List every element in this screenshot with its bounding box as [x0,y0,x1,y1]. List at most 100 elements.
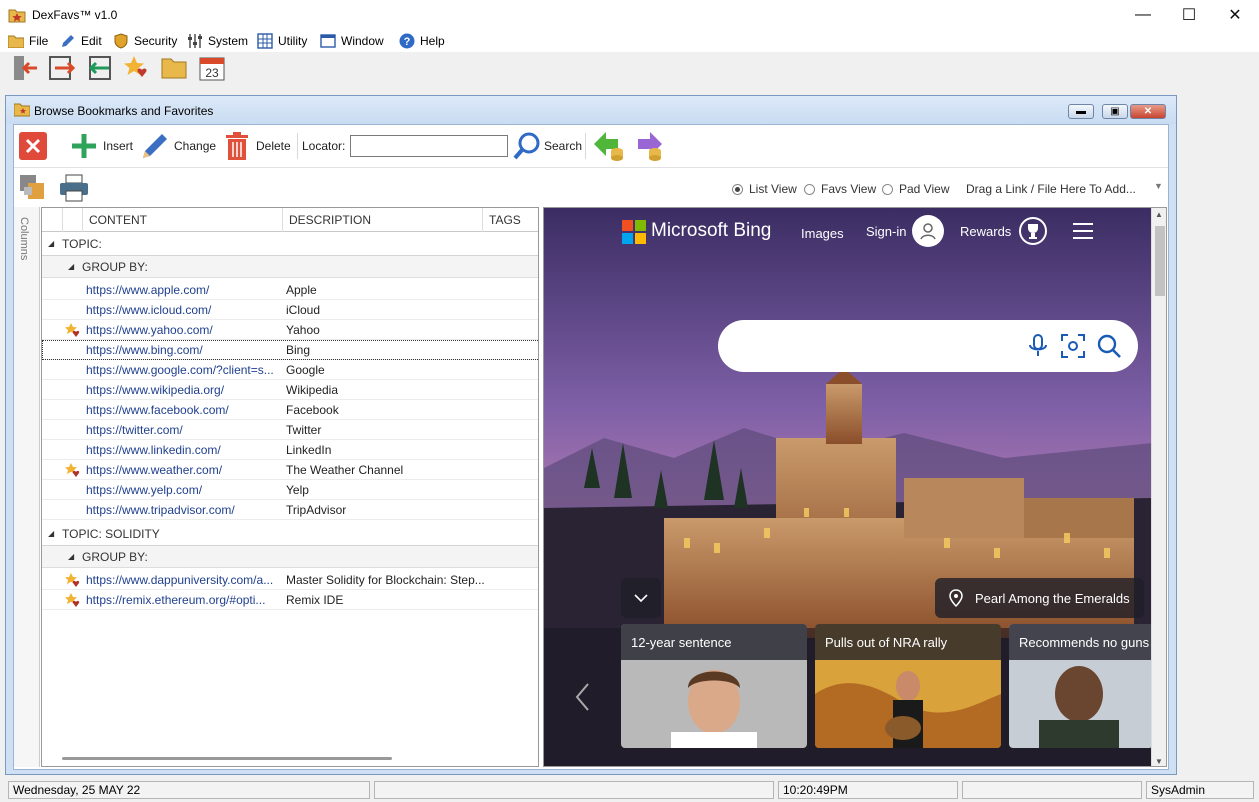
child-maximize-button[interactable]: ▣ [1102,104,1128,119]
scroll-down-button[interactable] [621,578,661,618]
user-avatar-icon[interactable] [912,215,944,247]
logout-door-icon[interactable] [10,54,38,82]
back-button[interactable] [592,131,626,161]
export-icon[interactable] [47,54,75,82]
web-browser-pane[interactable]: Microsoft Bing Images Sign-in Rewards Pe… [543,207,1167,767]
rewards-trophy-icon[interactable] [1018,216,1048,246]
bookmark-url[interactable]: https://www.dappuniversity.com/a... [86,573,282,587]
bookmark-url[interactable]: https://www.linkedin.com/ [86,443,282,457]
child-title-bar[interactable]: Browse Bookmarks and Favorites ▬ ▣ ✕ [6,96,1176,124]
group-row[interactable]: ◢ GROUP BY: [42,256,538,278]
topic-row[interactable]: ◢ TOPIC: SOLIDITY [42,522,538,546]
table-row[interactable]: https://www.dappuniversity.com/a... Maste… [42,570,538,590]
locator-input[interactable] [350,135,508,157]
bookmark-url[interactable]: https://www.yahoo.com/ [86,323,282,337]
delete-button[interactable]: Delete [224,131,291,161]
news-card[interactable]: 12-year sentence [621,624,807,748]
bookmark-url[interactable]: https://www.apple.com/ [86,283,282,297]
menu-help[interactable]: ? Help [399,30,445,52]
layers-icon[interactable] [18,173,50,205]
child-minimize-button[interactable]: ▬ [1068,104,1094,119]
menu-file[interactable]: File [8,30,48,52]
bing-images-link[interactable]: Images [801,226,844,241]
favs-view-radio[interactable]: Favs View [804,182,876,196]
table-row[interactable]: https://www.google.com/?client=s... Googl… [42,360,538,380]
bookmark-url[interactable]: https://www.weather.com/ [86,463,282,477]
scroll-up-icon[interactable]: ▲ [1155,210,1163,219]
location-pill[interactable]: Pearl Among the Emeralds [935,578,1144,618]
horizontal-scrollbar[interactable] [62,757,392,760]
minimize-button[interactable]: — [1120,0,1166,30]
child-close-button[interactable]: ✕ [1130,104,1166,119]
table-row[interactable]: https://www.bing.com/Bing [42,340,538,360]
browser-vertical-scrollbar[interactable]: ▲ ▼ [1151,208,1166,766]
column-header-tags[interactable]: TAGS [482,208,538,232]
close-button[interactable]: ✕ [1212,0,1258,30]
collapse-triangle-icon[interactable]: ◢ [68,262,74,271]
column-header-content[interactable]: CONTENT [82,208,282,232]
bookmark-url[interactable]: https://www.facebook.com/ [86,403,282,417]
pad-view-radio[interactable]: Pad View [882,182,949,196]
scroll-thumb[interactable] [1155,226,1165,296]
carousel-prev-icon[interactable] [574,682,590,712]
table-row[interactable]: https://www.linkedin.com/LinkedIn [42,440,538,460]
printer-icon[interactable] [58,173,90,203]
menu-system[interactable]: System [187,30,248,52]
bing-signin-link[interactable]: Sign-in [866,224,906,239]
table-row[interactable]: https://www.yelp.com/Yelp [42,480,538,500]
import-icon[interactable] [85,54,113,82]
scroll-down-icon[interactable]: ▼ [1155,757,1163,766]
bookmark-url[interactable]: https://www.wikipedia.org/ [86,383,282,397]
insert-button[interactable]: Insert [70,131,133,161]
bookmark-url[interactable]: https://www.bing.com/ [86,343,282,357]
search-button[interactable]: Search [512,131,582,161]
hamburger-menu-icon[interactable] [1072,222,1094,240]
bing-brand[interactable]: Microsoft Bing [651,220,771,242]
group-row[interactable]: ◢ GROUP BY: [42,546,538,568]
topic-row[interactable]: ◢ TOPIC: [42,232,538,256]
close-window-button[interactable] [18,131,48,161]
table-row[interactable]: https://www.yahoo.com/Yahoo [42,320,538,340]
menu-utility[interactable]: Utility [257,30,307,52]
bookmark-description: Twitter [286,422,322,437]
bing-search-box[interactable] [718,320,1138,372]
microphone-icon[interactable] [1028,334,1048,358]
table-row[interactable]: https://www.facebook.com/Facebook [42,400,538,420]
menu-security[interactable]: Security [113,30,177,52]
maximize-button[interactable]: ☐ [1166,0,1212,30]
columns-side-tab[interactable]: Columns [14,207,40,767]
table-row[interactable]: https://www.weather.com/The Weather Chan… [42,460,538,480]
dropdown-arrow-icon[interactable]: ▼ [1154,181,1163,191]
news-card[interactable]: Recommends no guns [1009,624,1153,748]
drag-drop-zone[interactable]: Drag a Link / File Here To Add... [966,182,1136,196]
news-card[interactable]: Pulls out of NRA rally [815,624,1001,748]
menu-edit[interactable]: Edit [60,30,102,52]
table-row[interactable]: https://www.tripadvisor.com/TripAdvisor [42,500,538,520]
open-folder-icon[interactable] [160,54,188,82]
bookmark-url[interactable]: https://twitter.com/ [86,423,282,437]
change-button[interactable]: Change [140,131,216,161]
table-row[interactable]: https://remix.ethereum.org/#opti... Remix… [42,590,538,610]
column-header-description[interactable]: DESCRIPTION [282,208,482,232]
favorites-star-icon[interactable] [122,54,150,82]
forward-button[interactable] [630,131,664,161]
bookmark-url[interactable]: https://www.icloud.com/ [86,303,282,317]
maximize-icon: ☐ [1181,7,1197,24]
table-row[interactable]: https://www.icloud.com/iCloud [42,300,538,320]
collapse-triangle-icon[interactable]: ◢ [48,529,54,538]
visual-search-icon[interactable] [1060,333,1086,359]
list-view-radio[interactable]: List View [732,182,797,196]
bookmark-url[interactable]: https://www.tripadvisor.com/ [86,503,282,517]
menu-window[interactable]: Window [320,30,384,52]
collapse-triangle-icon[interactable]: ◢ [48,239,54,248]
collapse-triangle-icon[interactable]: ◢ [68,552,74,561]
search-icon[interactable] [1096,333,1122,359]
table-row[interactable]: https://www.apple.com/Apple [42,280,538,300]
table-row[interactable]: https://www.wikipedia.org/Wikipedia [42,380,538,400]
bookmark-url[interactable]: https://www.yelp.com/ [86,483,282,497]
bookmark-url[interactable]: https://remix.ethereum.org/#opti... [86,593,282,607]
calendar-icon[interactable]: 23 [198,54,226,82]
bookmark-url[interactable]: https://www.google.com/?client=s... [86,363,282,377]
table-row[interactable]: https://twitter.com/Twitter [42,420,538,440]
bing-rewards-link[interactable]: Rewards [960,224,1011,239]
